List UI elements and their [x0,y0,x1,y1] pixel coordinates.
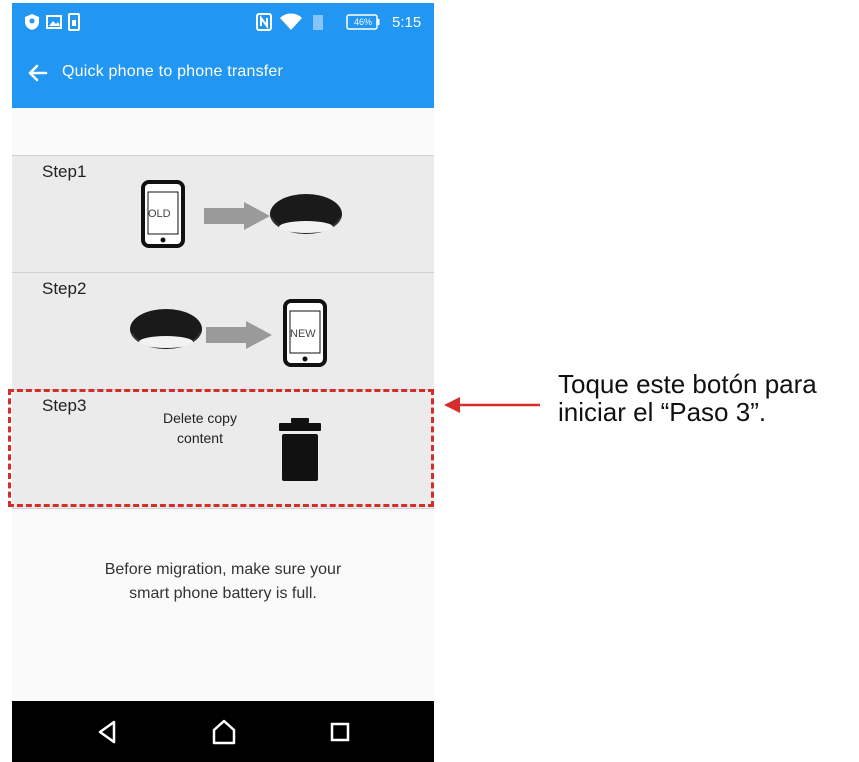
shield-icon [24,12,40,32]
app-bar: Quick phone to phone transfer [12,41,434,108]
step-2-card[interactable]: Step2 NEW [12,272,434,390]
sim-icon [68,12,80,32]
nfc-icon [256,12,272,32]
battery-percent: 46% [353,17,372,27]
wifi-icon [280,12,302,32]
arrow-right-icon [206,321,272,349]
spacer [12,109,434,155]
step-1-label: Step1 [42,162,87,181]
image-icon [46,12,62,32]
home-nav-icon[interactable] [208,716,240,748]
clock: 5:15 [392,13,422,31]
arrow-right-icon [204,202,270,230]
storage-puck-icon [130,309,202,349]
callout-arrow-icon [444,397,540,413]
back-nav-icon[interactable] [92,716,124,748]
page-title: Quick phone to phone transfer [62,63,284,80]
phone-old-label: OLD [148,208,171,220]
step-1-card[interactable]: Step1 OLD [12,155,434,273]
back-arrow-icon[interactable] [24,59,52,87]
phone-new-label: NEW [290,328,316,340]
battery-note: Before migration, make sure your smart p… [104,561,342,602]
signal-icon [312,12,324,32]
phone-screen: 46% 5:15 Quick phone to phone transfer S… [12,3,434,762]
step-2-label: Step2 [42,279,87,298]
status-bar: 46% 5:15 [12,3,434,41]
storage-puck-icon [270,194,342,234]
callout-text: Toque este botón para iniciar el “Paso 3… [558,369,817,427]
navigation-bar [12,701,434,762]
recents-nav-icon[interactable] [324,716,356,748]
step-3-highlight-box [8,389,434,507]
